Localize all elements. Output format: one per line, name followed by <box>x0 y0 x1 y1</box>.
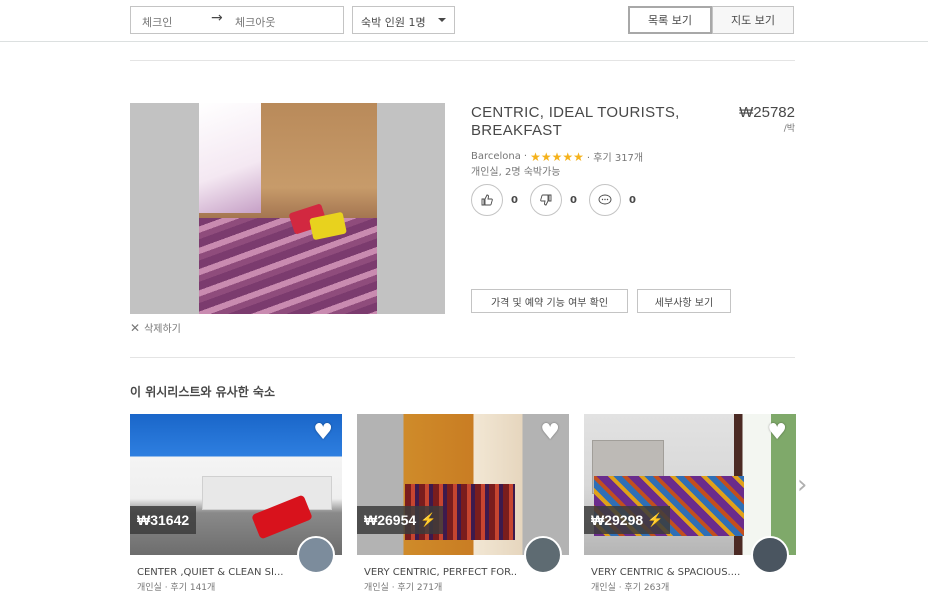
close-icon: ✕ <box>130 320 141 335</box>
thumbs-down-icon[interactable] <box>530 184 562 216</box>
price-per-night: /박 <box>783 124 795 134</box>
dislike-count: 0 <box>570 194 577 206</box>
divider <box>130 60 795 61</box>
comment-count: 0 <box>629 194 636 206</box>
delete-button[interactable]: ✕ 삭제하기 <box>130 320 181 336</box>
comment-icon[interactable] <box>589 184 621 216</box>
guests-select[interactable]: 숙박 인원 1명 <box>352 6 455 34</box>
divider <box>130 357 795 358</box>
checkin-field[interactable]: 체크인 <box>142 14 172 30</box>
card-subtitle: 개인실 · 후기 271개 <box>364 583 443 593</box>
review-count: · 후기 317개 <box>586 153 644 164</box>
card-price: ₩29298 <box>591 512 644 528</box>
checkout-field[interactable]: 체크아웃 <box>235 14 275 30</box>
listing-photo[interactable]: ♥ ₩31642 <box>130 414 342 555</box>
lightning-icon: ⚡ <box>647 512 664 527</box>
similar-listings-title: 이 위시리스트와 유사한 숙소 <box>130 385 276 399</box>
listing-title[interactable]: CENTRIC, IDEAL TOURISTS, BREAKFAST <box>471 104 711 140</box>
card-subtitle: 개인실 · 후기 141개 <box>137 583 216 593</box>
room-image <box>199 103 377 314</box>
chevron-right-icon[interactable]: › <box>797 470 807 500</box>
date-range-input[interactable]: 체크인 → 체크아웃 <box>130 6 344 34</box>
arrow-right-icon: → <box>211 10 223 26</box>
list-view-button[interactable]: 목록 보기 <box>628 6 712 34</box>
reaction-dislike[interactable]: 0 <box>530 184 577 216</box>
search-bar: 체크인 → 체크아웃 숙박 인원 1명 목록 보기 지도 보기 <box>0 0 928 42</box>
star-rating-icon: ★★★★★ <box>530 149 584 164</box>
reaction-comment[interactable]: 0 <box>589 184 636 216</box>
card-price: ₩31642 <box>137 512 190 528</box>
card-subtitle: 개인실 · 후기 263개 <box>591 583 670 593</box>
check-price-availability-button[interactable]: 가격 및 예약 기능 여부 확인 <box>471 289 628 313</box>
listing-photo[interactable]: ♥ ₩29298 ⚡ <box>584 414 796 555</box>
map-view-button[interactable]: 지도 보기 <box>712 6 794 34</box>
avatar[interactable] <box>297 536 335 574</box>
similar-listing-card[interactable]: ♥ ₩26954 ⚡ VERY CENTRIC, PERFECT FOR.. 개… <box>357 414 569 593</box>
chevron-down-icon <box>438 18 446 22</box>
avatar[interactable] <box>751 536 789 574</box>
similar-listing-card[interactable]: ♥ ₩31642 CENTER ,QUIET & CLEAN SI... 개인실… <box>130 414 342 593</box>
delete-label: 삭제하기 <box>144 324 181 335</box>
bed-image-part <box>199 218 377 314</box>
listing-meta: Barcelona · ★★★★★ · 후기 317개 <box>471 149 644 165</box>
price-tag: ₩26954 ⚡ <box>357 506 444 534</box>
guests-label: 숙박 인원 1명 <box>361 16 426 29</box>
view-toggle: 목록 보기 지도 보기 <box>628 6 794 34</box>
price-tag: ₩29298 ⚡ <box>584 506 671 534</box>
price-tag: ₩31642 <box>130 506 197 534</box>
window-image-part <box>199 103 261 213</box>
card-price: ₩26954 <box>364 512 417 528</box>
heart-icon[interactable]: ♥ <box>767 420 787 445</box>
thumbs-up-icon[interactable] <box>471 184 503 216</box>
avatar[interactable] <box>524 536 562 574</box>
like-count: 0 <box>511 194 518 206</box>
listing-price: ₩25782 <box>739 104 795 121</box>
listing-city: Barcelona <box>471 151 521 162</box>
shelf-image-part <box>202 476 332 510</box>
listing-photo[interactable] <box>130 103 445 314</box>
view-details-button[interactable]: 세부사항 보기 <box>637 289 731 313</box>
heart-icon[interactable]: ♥ <box>313 420 333 445</box>
listing-title-line1: CENTRIC, IDEAL TOURISTS, <box>471 104 680 121</box>
heart-icon[interactable]: ♥ <box>540 420 560 445</box>
dot-separator: · <box>523 151 528 162</box>
room-info: 개인실, 2명 숙박가능 <box>471 167 561 178</box>
lightning-icon: ⚡ <box>420 512 437 527</box>
similar-listing-card[interactable]: ♥ ₩29298 ⚡ VERY CENTRIC & SPACIOUS.... 개… <box>584 414 796 593</box>
listing-title-line2: BREAKFAST <box>471 122 563 139</box>
listing-photo[interactable]: ♥ ₩26954 ⚡ <box>357 414 569 555</box>
reaction-like[interactable]: 0 <box>471 184 518 216</box>
